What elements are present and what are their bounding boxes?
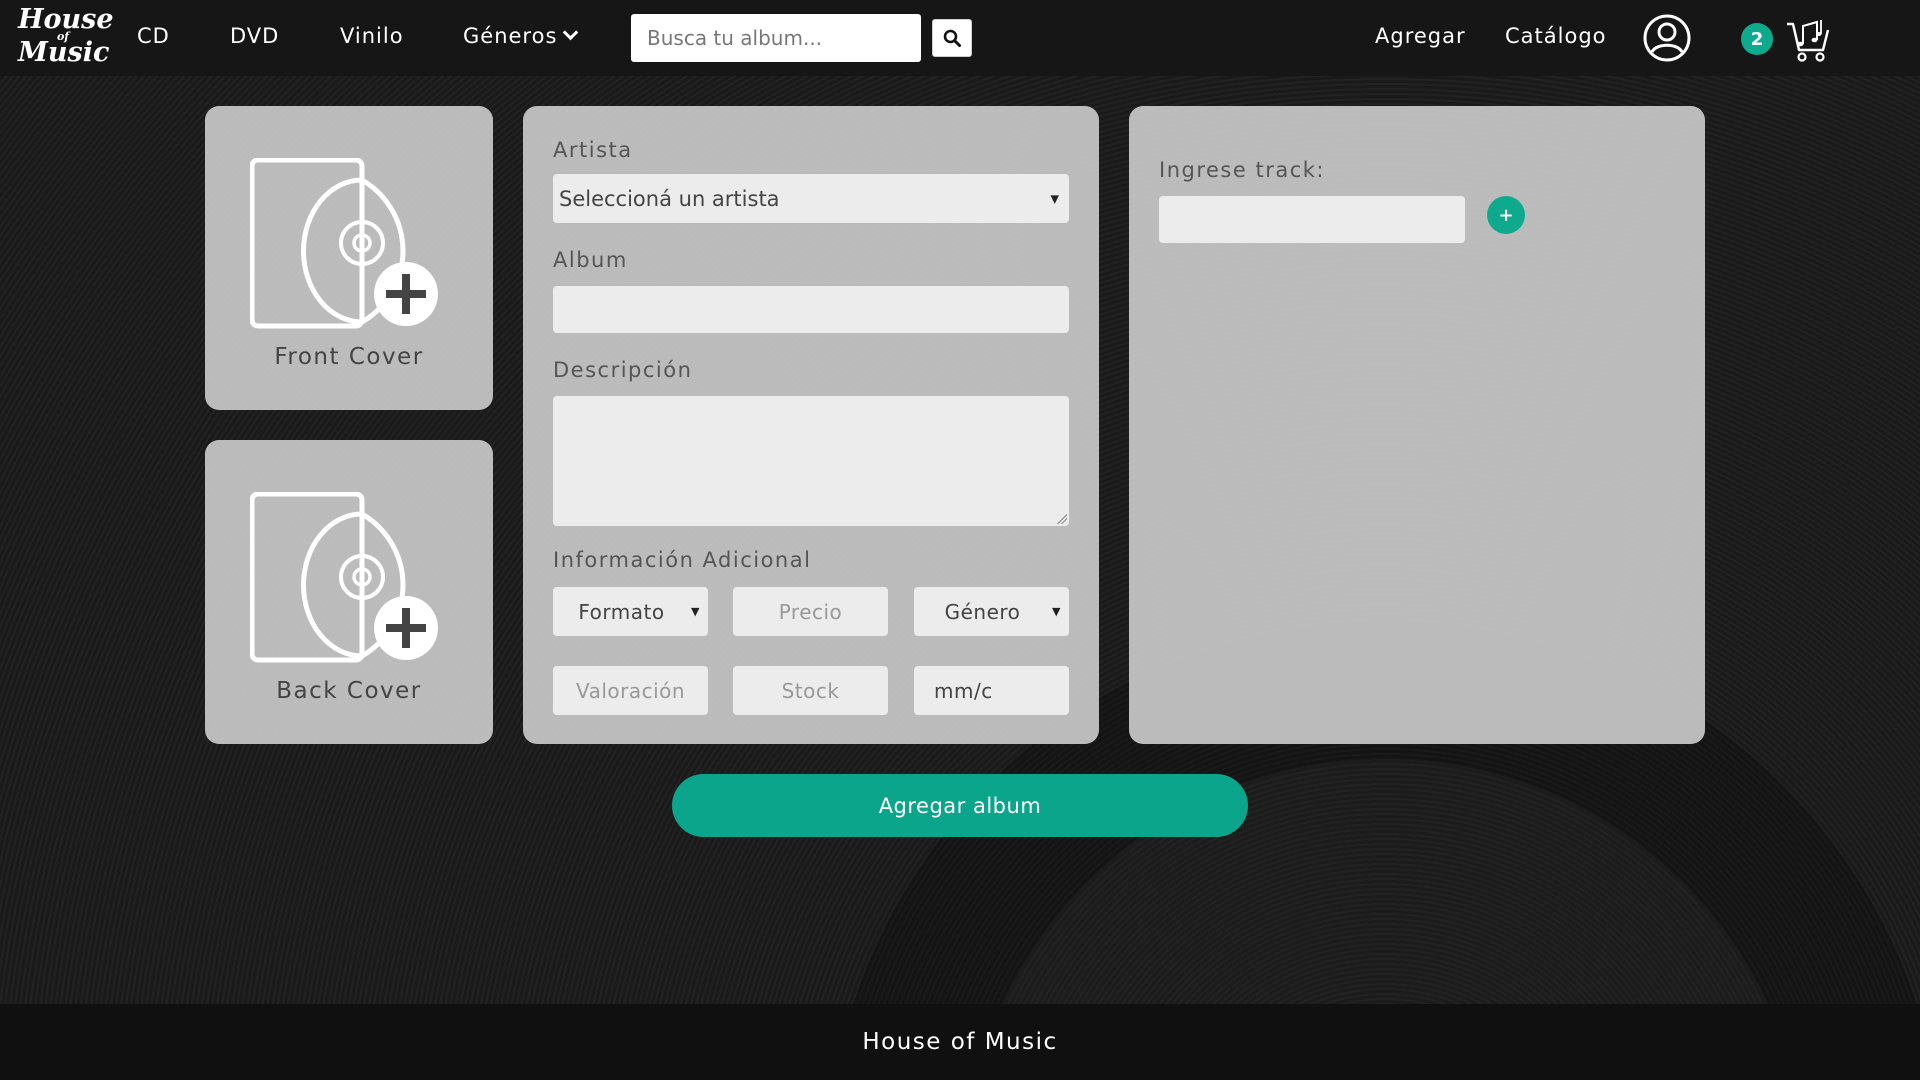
back-cover-label: Back Cover bbox=[276, 678, 422, 704]
nav-generos-label: Géneros bbox=[463, 24, 558, 48]
formato-select[interactable]: Formato ▼ bbox=[553, 587, 708, 636]
nav-cd[interactable]: CD bbox=[137, 24, 170, 48]
logo[interactable]: House of Music bbox=[18, 4, 114, 68]
music-cart-icon[interactable] bbox=[1783, 16, 1833, 64]
album-input[interactable] bbox=[553, 286, 1069, 333]
chevron-down-icon bbox=[563, 24, 579, 41]
fecha-value: mm/c bbox=[934, 678, 993, 703]
footer-text: House of Music bbox=[862, 1029, 1058, 1055]
formato-select-value: Formato bbox=[578, 599, 665, 624]
add-track-button[interactable]: + bbox=[1487, 196, 1525, 234]
artista-label: Artista bbox=[553, 138, 633, 162]
navbar: House of Music CD DVD Vinilo Géneros Agr… bbox=[0, 0, 1920, 76]
tracks-panel: Ingrese track: bbox=[1129, 106, 1705, 744]
nav-catalogo[interactable]: Catálogo bbox=[1505, 24, 1607, 48]
search-icon bbox=[943, 29, 961, 47]
search-input[interactable] bbox=[631, 14, 921, 62]
add-album-button[interactable]: Agregar album bbox=[672, 774, 1248, 837]
precio-input[interactable]: Precio bbox=[733, 587, 888, 636]
back-cover-upload[interactable]: Back Cover bbox=[205, 440, 493, 744]
artista-select-value: Seleccioná un artista bbox=[559, 186, 780, 211]
info-adicional-label: Información Adicional bbox=[553, 548, 812, 572]
nav-vinilo[interactable]: Vinilo bbox=[340, 24, 404, 48]
footer: House of Music bbox=[0, 1004, 1920, 1080]
front-cover-label: Front Cover bbox=[274, 344, 424, 370]
dropdown-arrow-icon: ▼ bbox=[1052, 605, 1061, 618]
artista-select[interactable]: Seleccioná un artista ▼ bbox=[553, 174, 1069, 223]
search-button[interactable] bbox=[932, 19, 972, 57]
nav-generos-dropdown[interactable]: Géneros bbox=[463, 24, 579, 48]
album-form-panel: Artista Seleccioná un artista ▼ Album De… bbox=[523, 106, 1099, 744]
cart-count-badge: 2 bbox=[1741, 23, 1773, 55]
disc-add-icon bbox=[250, 492, 438, 663]
genero-select[interactable]: Género ▼ bbox=[914, 587, 1069, 636]
dropdown-arrow-icon: ▼ bbox=[691, 605, 700, 618]
valoracion-placeholder: Valoración bbox=[575, 678, 686, 703]
nav-dvd[interactable]: DVD bbox=[230, 24, 279, 48]
descripcion-label: Descripción bbox=[553, 358, 693, 382]
album-label: Album bbox=[553, 248, 628, 272]
disc-add-icon bbox=[250, 158, 438, 329]
resize-handle[interactable] bbox=[1057, 514, 1067, 524]
track-input[interactable] bbox=[1159, 196, 1465, 243]
valoracion-input[interactable]: Valoración bbox=[553, 666, 708, 715]
user-profile-icon[interactable] bbox=[1642, 13, 1692, 63]
fecha-input[interactable]: mm/c bbox=[914, 666, 1069, 715]
stock-input[interactable]: Stock bbox=[733, 666, 888, 715]
dropdown-arrow-icon: ▼ bbox=[1050, 192, 1059, 205]
precio-placeholder: Precio bbox=[778, 599, 843, 624]
genero-select-value: Género bbox=[944, 599, 1021, 624]
logo-line-1: House bbox=[18, 4, 114, 35]
track-label: Ingrese track: bbox=[1159, 158, 1325, 182]
logo-line-3: Music bbox=[18, 37, 110, 68]
descripcion-textarea[interactable] bbox=[553, 396, 1069, 526]
nav-agregar[interactable]: Agregar bbox=[1375, 24, 1466, 48]
front-cover-upload[interactable]: Front Cover bbox=[205, 106, 493, 410]
stock-placeholder: Stock bbox=[781, 678, 840, 703]
